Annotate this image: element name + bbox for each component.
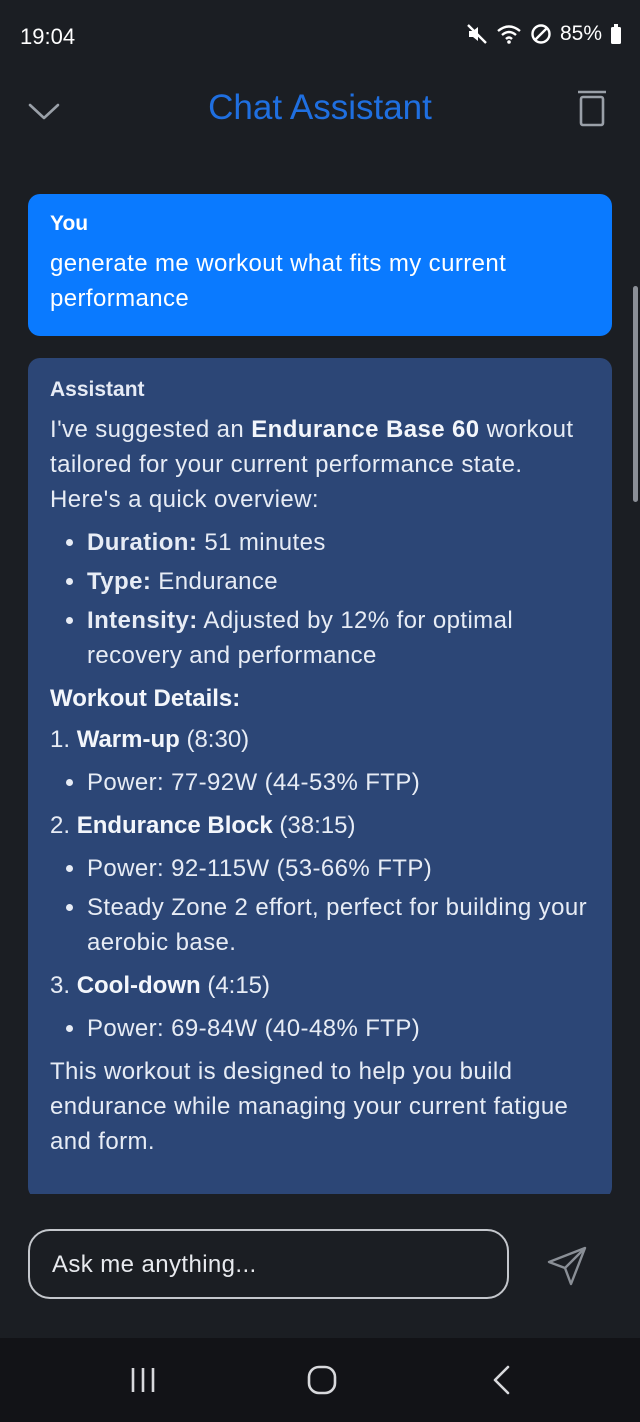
user-message: You generate me workout what fits my cur…: [28, 194, 612, 336]
step-name: Endurance Block: [76, 812, 273, 839]
step-number: 3.: [50, 972, 77, 999]
send-icon[interactable]: [545, 1244, 589, 1288]
chat-messages: You generate me workout what fits my cur…: [28, 194, 612, 1194]
list-item: Intensity: Adjusted by 12% for optimal r…: [87, 603, 590, 673]
step-title: 3. Cool-down (4:15): [50, 968, 590, 1003]
battery-icon: [610, 23, 622, 45]
message-input-container[interactable]: [28, 1229, 509, 1299]
system-navbar: [0, 1338, 640, 1422]
list-item: Type: Endurance: [87, 564, 590, 599]
message-text: generate me workout what fits my current…: [50, 250, 507, 312]
status-icons: 85%: [466, 22, 622, 46]
page-title: Chat Assistant: [208, 88, 432, 127]
battery-level: 85%: [559, 22, 602, 45]
step-name: Cool-down: [76, 972, 201, 999]
overview-list: Duration: 51 minutes Type: Endurance Int…: [50, 525, 590, 673]
list-item: Duration: 51 minutes: [87, 525, 590, 560]
message-sender: You: [50, 212, 89, 235]
list-item: Steady Zone 2 effort, perfect for buildi…: [87, 890, 590, 960]
step-time: (38:15): [272, 812, 356, 839]
list-item: Power: 92-115W (53-66% FTP): [87, 851, 590, 886]
list-item: Power: 77-92W (44-53% FTP): [87, 765, 590, 800]
list-item: Power: 69-84W (40-48% FTP): [87, 1011, 590, 1046]
assistant-message: Assistant I've suggested an Endurance Ba…: [28, 358, 612, 1194]
workout-name: Endurance Base 60: [251, 416, 480, 443]
step-title: 2. Endurance Block (38:15): [50, 808, 590, 843]
details-heading: Workout Details:: [50, 685, 241, 712]
message-input[interactable]: [50, 1231, 494, 1299]
step-name: Warm-up: [76, 726, 180, 753]
item-label: Type:: [87, 568, 152, 595]
step-number: 2.: [50, 812, 77, 839]
closing-text: This workout is designed to help you bui…: [50, 1058, 569, 1155]
step-title: 1. Warm-up (8:30): [50, 722, 590, 757]
wifi-icon: [496, 23, 522, 45]
step-number: 1.: [50, 726, 77, 753]
back-icon[interactable]: [488, 1364, 516, 1396]
step-list: Power: 92-115W (53-66% FTP) Steady Zone …: [50, 851, 590, 960]
item-label: Duration:: [87, 529, 198, 556]
step-list: Power: 77-92W (44-53% FTP): [50, 765, 590, 800]
trash-icon[interactable]: [574, 88, 610, 128]
recent-apps-icon[interactable]: [128, 1366, 158, 1394]
step-time: (8:30): [179, 726, 250, 753]
item-value: 51 minutes: [197, 529, 326, 556]
scrollbar[interactable]: [633, 286, 638, 502]
status-time: 19:04: [20, 24, 76, 49]
item-label: Intensity:: [87, 607, 198, 634]
assistant-intro: I've suggested an Endurance Base 60 work…: [50, 412, 590, 517]
mute-icon: [466, 23, 488, 45]
status-bar: 19:04 85%: [0, 0, 640, 72]
app-header: Chat Assistant: [0, 72, 640, 152]
home-icon[interactable]: [306, 1364, 338, 1396]
item-value: Endurance: [151, 568, 278, 595]
dnd-icon: [530, 23, 552, 45]
step-time: (4:15): [200, 972, 271, 999]
step-list: Power: 69-84W (40-48% FTP): [50, 1011, 590, 1046]
intro-text: I've suggested an: [50, 416, 252, 443]
message-sender: Assistant: [50, 378, 145, 401]
